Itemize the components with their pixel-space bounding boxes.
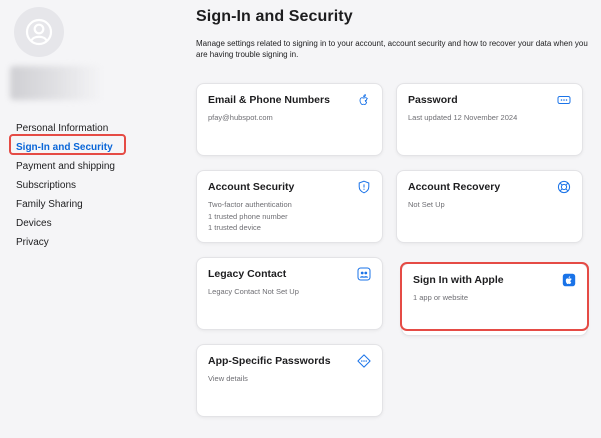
page-title: Sign-In and Security [196, 8, 353, 25]
card-detail: pfay@hubspot.com [208, 113, 273, 122]
shield-icon [357, 180, 371, 194]
card-app-specific-passwords[interactable]: App-Specific Passwords View details [196, 344, 383, 417]
sidebar-item-privacy[interactable]: Privacy [16, 233, 115, 252]
password-dots-icon [557, 93, 571, 107]
page-description: Manage settings related to signing in to… [196, 39, 588, 59]
avatar[interactable] [14, 7, 64, 57]
card-detail: Legacy Contact Not Set Up [208, 287, 299, 296]
card-title: App-Specific Passwords [208, 355, 331, 367]
card-email-phone-numbers[interactable]: Email & Phone Numbers pfay@hubspot.com [196, 83, 383, 156]
user-icon [25, 18, 53, 46]
card-title: Account Recovery [408, 181, 501, 193]
card-account-security[interactable]: Account Security Two-factor authenticati… [196, 170, 383, 243]
card-title: Email & Phone Numbers [208, 94, 330, 106]
sidebar-item-family-sharing[interactable]: Family Sharing [16, 195, 115, 214]
sidebar-item-payment-and-shipping[interactable]: Payment and shipping [16, 157, 115, 176]
sidebar-item-subscriptions[interactable]: Subscriptions [16, 176, 115, 195]
apple-logo-icon [357, 93, 371, 107]
card-detail: View details [208, 374, 248, 383]
annotation-highlight-card [400, 262, 589, 331]
card-detail: Two-factor authentication [208, 200, 292, 209]
lifebuoy-icon [557, 180, 571, 194]
card-detail: 1 trusted phone number [208, 211, 288, 221]
card-detail: Not Set Up [408, 200, 445, 209]
card-title: Legacy Contact [208, 268, 287, 280]
card-legacy-contact[interactable]: Legacy Contact Legacy Contact Not Set Up [196, 257, 383, 330]
card-password[interactable]: Password Last updated 12 November 2024 [396, 83, 583, 156]
people-icon [357, 267, 371, 281]
key-diamond-icon [357, 354, 371, 368]
card-title: Password [408, 94, 458, 106]
card-detail: 1 trusted device [208, 223, 261, 232]
annotation-highlight-sidebar [9, 134, 126, 155]
card-account-recovery[interactable]: Account Recovery Not Set Up [396, 170, 583, 243]
card-detail: Last updated 12 November 2024 [408, 113, 518, 122]
card-title: Account Security [208, 181, 295, 193]
redacted-user-name [10, 66, 102, 100]
sidebar-item-devices[interactable]: Devices [16, 214, 115, 233]
